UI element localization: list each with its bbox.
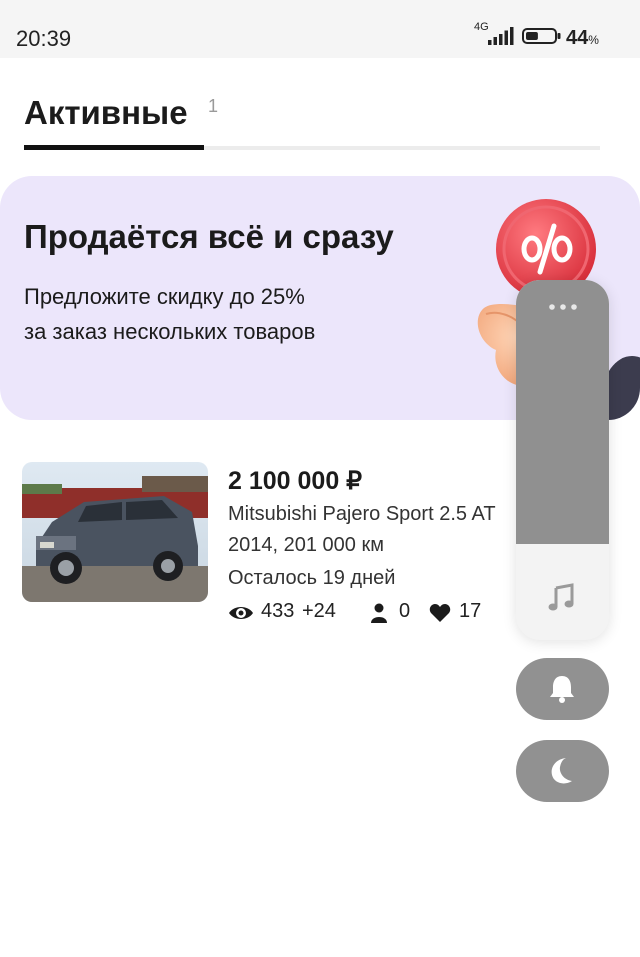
listing-photo[interactable] (22, 462, 208, 602)
views-count: 433 (261, 600, 295, 622)
listing-price[interactable]: 2 100 000 ₽ (228, 466, 362, 496)
more-dots-icon[interactable] (548, 302, 578, 312)
volume-slider-panel[interactable] (516, 280, 609, 640)
favorites-count: 17 (459, 600, 482, 622)
listing-remaining-days: Осталось 19 дней (228, 567, 396, 589)
status-bar: 20:39 4G 44% (0, 0, 640, 58)
eye-icon (229, 607, 253, 619)
contacts-count: 0 (399, 600, 411, 622)
signal-icon (488, 27, 514, 45)
views-new-count: +24 (302, 600, 336, 622)
tab-active-underline (24, 145, 204, 150)
music-note-icon (548, 583, 574, 611)
network-type-label: 4G (474, 21, 489, 33)
heart-icon (429, 604, 451, 622)
promo-subtitle-line-2: за заказ нескольких товаров (24, 319, 316, 344)
bell-icon (550, 676, 574, 703)
tab-count-badge: 1 (208, 96, 219, 116)
battery-percent: 44% (566, 27, 599, 49)
listing-model[interactable]: Mitsubishi Pajero Sport 2.5 AT (228, 503, 524, 526)
moon-icon (551, 758, 572, 784)
listing-specs: 2014, 201 000 км (228, 534, 384, 556)
do-not-disturb-button[interactable] (516, 740, 609, 802)
promo-subtitle-line-1: Предложите скидку до 25% (24, 284, 305, 309)
volume-slider-fill (516, 280, 609, 544)
ring-mode-button[interactable] (516, 658, 609, 720)
battery-icon (522, 28, 561, 44)
person-icon (371, 603, 387, 623)
status-time: 20:39 (16, 26, 72, 51)
car-photo-image (22, 462, 208, 602)
tab-active-listings[interactable]: Активные (24, 94, 188, 132)
promo-title: Продаётся всё и сразу (24, 218, 394, 255)
